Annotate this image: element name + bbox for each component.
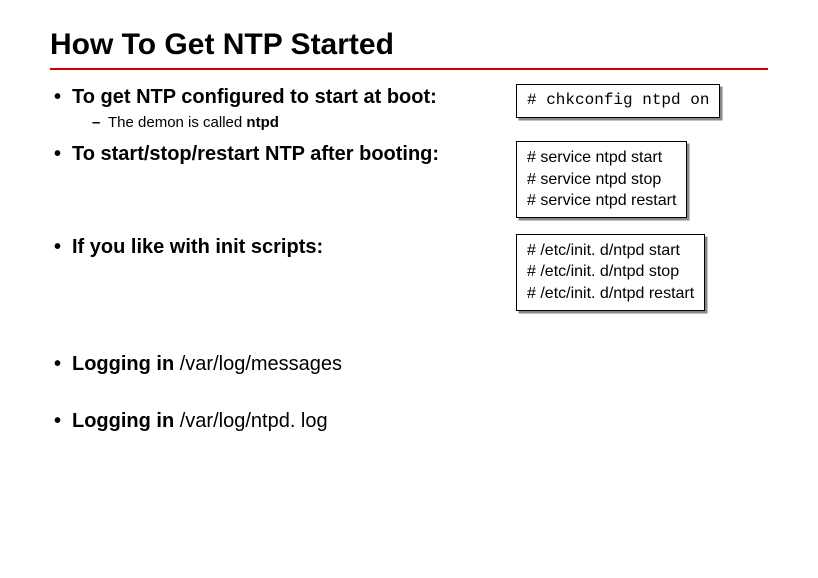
codebox-service: # service ntpd start # service ntpd stop…	[516, 141, 687, 218]
code-line: # service ntpd stop	[527, 169, 676, 191]
slide: How To Get NTP Started To get NTP config…	[0, 0, 818, 455]
page-title: How To Get NTP Started	[50, 28, 768, 62]
row-boot-right: # chkconfig ntpd on	[510, 84, 768, 118]
bullet-boot: To get NTP configured to start at boot:	[50, 84, 510, 111]
codebox-init: # /etc/init. d/ntpd start # /etc/init. d…	[516, 234, 705, 311]
bullet-demon: The demon is called ntpd	[50, 114, 510, 131]
bullet-demon-prefix: The demon is called	[108, 114, 246, 131]
bullet-log-ntpd-bold: Logging in	[72, 410, 180, 432]
row-service: To start/stop/restart NTP after booting:…	[50, 141, 768, 218]
title-rule	[50, 68, 768, 70]
code-line: # service ntpd start	[527, 147, 676, 169]
bullet-log-messages: Logging in /var/log/messages	[50, 351, 768, 378]
bullet-log-ntpd: Logging in /var/log/ntpd. log	[50, 408, 768, 435]
spacer	[50, 378, 768, 408]
row-init-left: If you like with init scripts:	[50, 234, 510, 261]
codebox-chkconfig: # chkconfig ntpd on	[516, 84, 720, 118]
spacer	[50, 321, 768, 351]
row-init-right: # /etc/init. d/ntpd start # /etc/init. d…	[510, 234, 768, 311]
bullet-init: If you like with init scripts:	[50, 234, 510, 261]
bullet-log-messages-path: /var/log/messages	[180, 353, 342, 375]
code-line: # service ntpd restart	[527, 190, 676, 212]
code-line: # /etc/init. d/ntpd start	[527, 240, 694, 262]
bullet-log-ntpd-path: /var/log/ntpd. log	[180, 410, 328, 432]
bullet-log-messages-bold: Logging in	[72, 353, 180, 375]
code-line: # /etc/init. d/ntpd restart	[527, 283, 694, 305]
bullet-service: To start/stop/restart NTP after booting:	[50, 141, 510, 168]
row-service-left: To start/stop/restart NTP after booting:	[50, 141, 510, 168]
row-boot: To get NTP configured to start at boot: …	[50, 84, 768, 131]
row-boot-left: To get NTP configured to start at boot: …	[50, 84, 510, 131]
row-init: If you like with init scripts: # /etc/in…	[50, 234, 768, 311]
row-service-right: # service ntpd start # service ntpd stop…	[510, 141, 768, 218]
code-line: # /etc/init. d/ntpd stop	[527, 261, 694, 283]
code-line: # chkconfig ntpd on	[527, 90, 709, 112]
bullet-demon-bold: ntpd	[246, 114, 278, 131]
